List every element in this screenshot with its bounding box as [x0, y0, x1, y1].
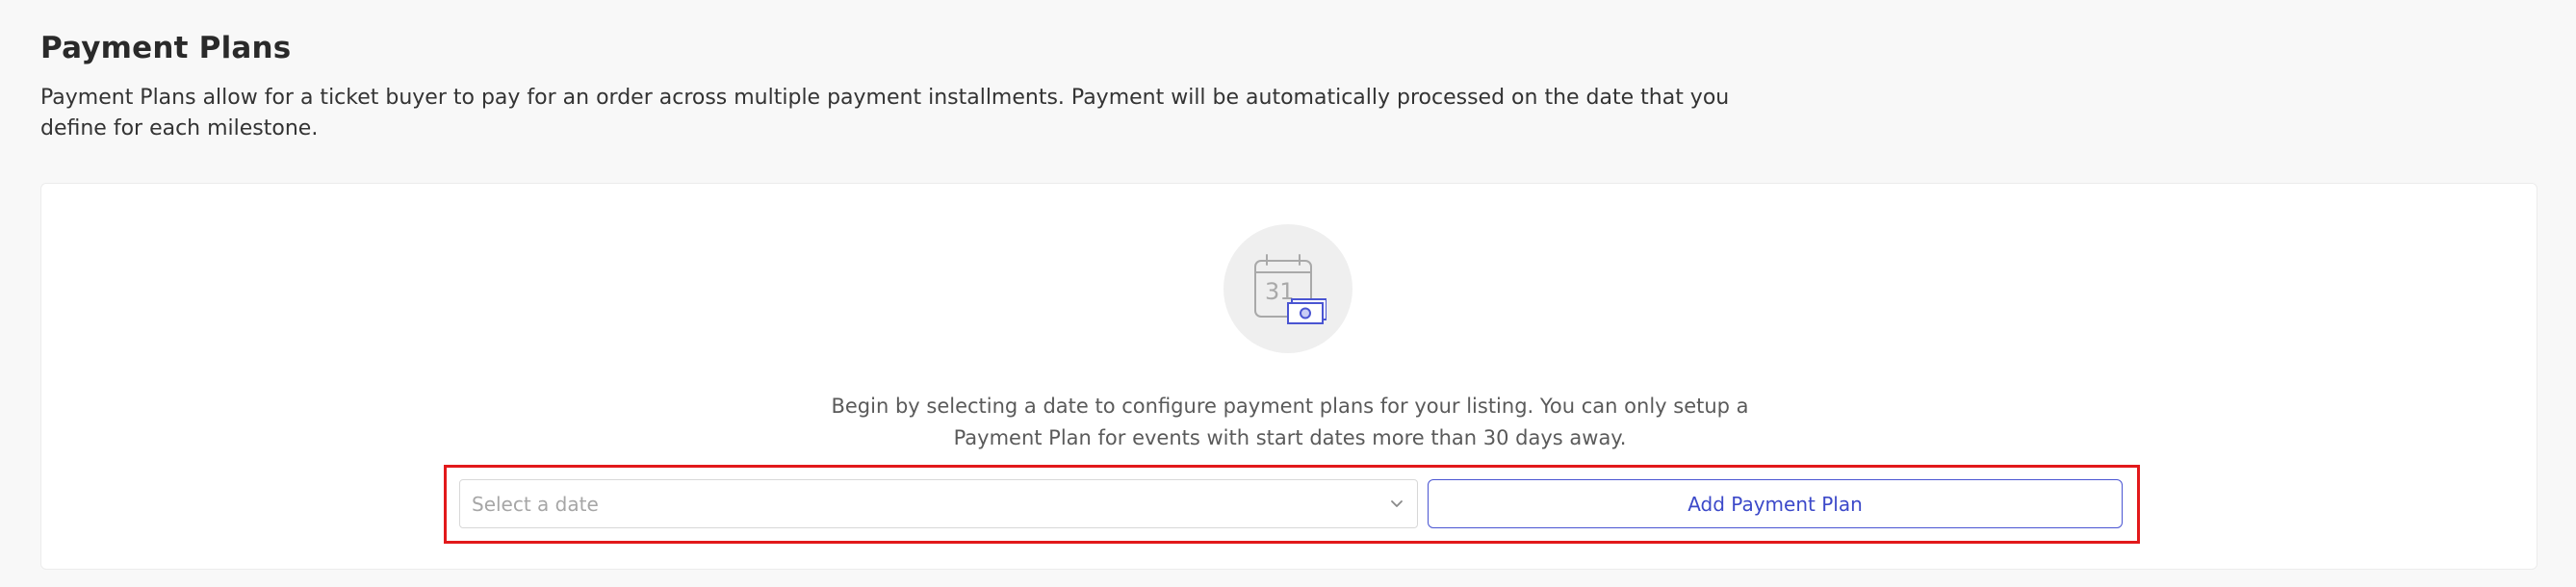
date-select-placeholder: Select a date [472, 493, 599, 516]
calendar-money-icon: 31 [1224, 224, 1352, 353]
calendar-number: 31 [1265, 278, 1295, 305]
chevron-down-icon [1391, 500, 1403, 507]
payment-plans-panel: 31 Begin by selecting a date to configur… [40, 183, 2537, 570]
add-payment-plan-button[interactable]: Add Payment Plan [1428, 479, 2123, 528]
date-select-dropdown[interactable]: Select a date [459, 479, 1418, 528]
page-description: Payment Plans allow for a ticket buyer t… [40, 86, 1730, 140]
empty-state-message: Begin by selecting a date to configure p… [831, 395, 1749, 449]
page-title: Payment Plans [40, 31, 292, 65]
